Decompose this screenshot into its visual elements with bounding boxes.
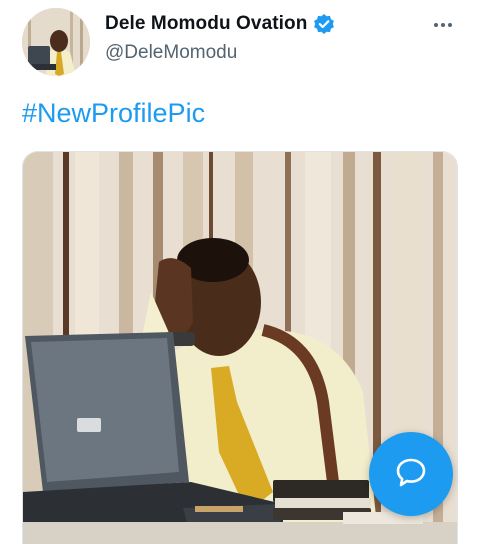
avatar[interactable] [22,8,90,76]
compose-reply-icon [394,455,428,494]
verified-badge-icon [313,13,335,35]
author-name-row[interactable]: Dele Momodu Ovation [105,13,335,35]
user-handle[interactable]: @DeleMomodu [105,42,237,64]
tweet-text-hashtag[interactable]: #NewProfilePic [22,98,205,129]
display-name[interactable]: Dele Momodu Ovation [105,13,307,35]
more-options-icon[interactable] [430,12,456,38]
compose-reply-button[interactable] [369,432,453,516]
